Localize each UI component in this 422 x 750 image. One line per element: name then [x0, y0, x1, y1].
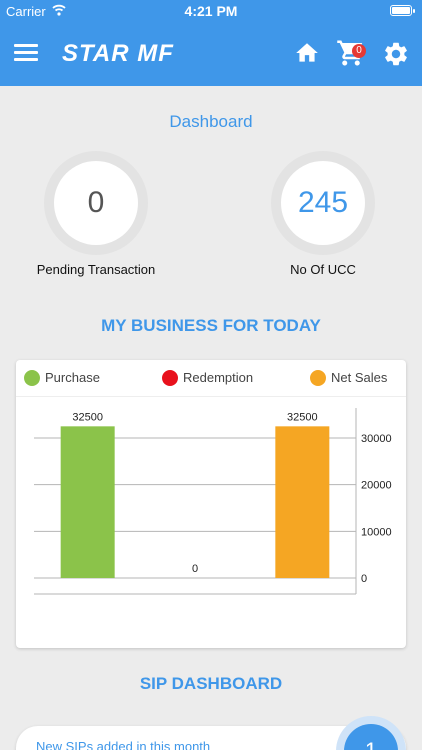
- legend-purchase-dot: [24, 370, 40, 386]
- legend-net-sales-dot: [310, 370, 326, 386]
- business-chart-card: Purchase Redemption Net Sales 0 10000 2000…: [16, 360, 406, 648]
- business-title: MY BUSINESS FOR TODAY: [101, 316, 321, 335]
- pending-transaction-value: 0: [54, 161, 138, 245]
- legend-redemption-dot: [162, 370, 178, 386]
- app-bar: STAR MF 0: [0, 22, 422, 86]
- data-label: 32500: [287, 411, 318, 423]
- y-tick-label: 30000: [361, 433, 392, 445]
- y-tick-label: 20000: [361, 480, 392, 492]
- sip-dashboard-title: SIP DASHBOARD: [139, 674, 283, 693]
- new-sips-label: New SIPs added in this month: [36, 739, 211, 750]
- legend-redemption-label: Redemption: [183, 370, 254, 385]
- business-bar-chart: 0 10000 20000 30000 32500 0 32500: [34, 408, 392, 595]
- status-time: 4:21 PM: [184, 3, 238, 19]
- gear-icon[interactable]: [382, 40, 410, 68]
- ucc-count-label: No Of UCC: [290, 262, 356, 277]
- dashboard-title: Dashboard: [169, 112, 253, 131]
- y-tick-label: 0: [361, 573, 367, 585]
- home-icon[interactable]: [294, 40, 320, 66]
- ucc-count-value: 245: [281, 161, 365, 245]
- menu-icon[interactable]: [14, 44, 38, 62]
- new-sips-count-ring: 1: [336, 716, 406, 750]
- legend-divider: [16, 396, 406, 397]
- new-sips-count[interactable]: 1: [344, 724, 398, 750]
- battery-icon: [390, 5, 415, 16]
- data-label: 0: [192, 563, 198, 575]
- legend-purchase-label: Purchase: [45, 370, 100, 385]
- cart-count-badge: 0: [352, 44, 366, 58]
- bar-net-sales: [275, 426, 330, 578]
- legend-net-sales-label: Net Sales: [331, 370, 388, 385]
- app-logo: STAR MF: [62, 40, 174, 67]
- y-tick-label: 10000: [361, 526, 392, 538]
- ucc-count-circle[interactable]: 245: [271, 151, 375, 255]
- pending-transaction-circle[interactable]: 0: [44, 151, 148, 255]
- status-bar: Carrier 4:21 PM: [0, 0, 422, 22]
- bar-purchase: [60, 426, 115, 578]
- data-label: 32500: [72, 411, 103, 423]
- pending-transaction-label: Pending Transaction: [36, 262, 156, 277]
